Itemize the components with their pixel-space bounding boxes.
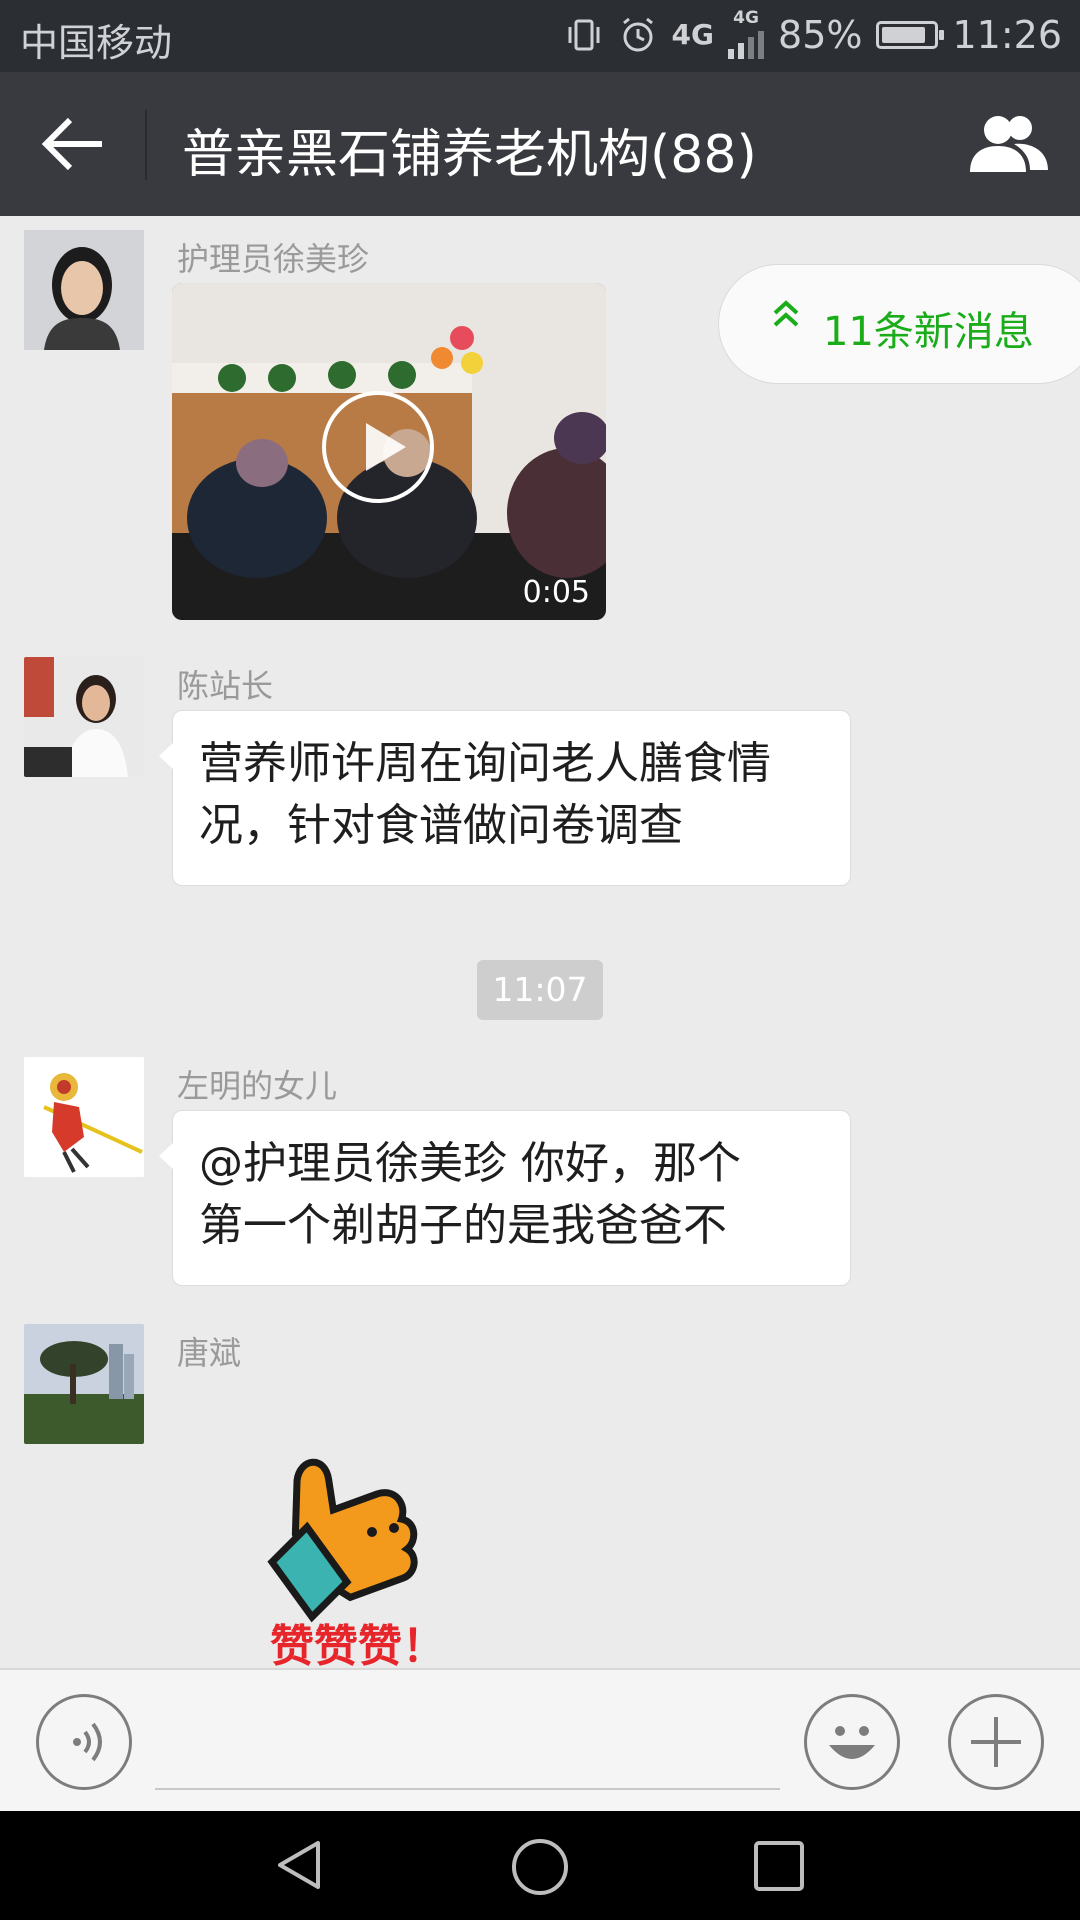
- chat-input-bar: [0, 1668, 1080, 1811]
- double-chevron-up-icon: [771, 295, 801, 345]
- new-messages-button[interactable]: 11条新消息: [718, 264, 1080, 384]
- nav-recents-icon[interactable]: [752, 1839, 806, 1893]
- voice-input-icon: [73, 1722, 102, 1762]
- network-label: 4G: [671, 17, 715, 51]
- message-line: 营养师许周在询问老人膳食情: [199, 738, 771, 789]
- plus-icon: [971, 1717, 1021, 1767]
- voice-input-button[interactable]: [36, 1694, 132, 1790]
- sticker-caption: 赞赞赞！: [270, 1621, 446, 1668]
- message-line: 况，针对食谱做问卷调查: [199, 800, 683, 851]
- chat-header: 普亲黑石铺养老机构(88): [0, 72, 1080, 216]
- group-members-icon[interactable]: [966, 112, 1050, 176]
- sticker-message[interactable]: 赞赞赞！: [262, 1442, 482, 1668]
- play-icon[interactable]: [322, 391, 434, 503]
- nav-home-icon[interactable]: [510, 1837, 570, 1897]
- battery-fill: [882, 26, 926, 43]
- status-bar: 中国移动 4G 4G 85% 11:26: [0, 0, 1080, 72]
- status-icons: 4G 4G 85% 11:26: [564, 10, 1062, 59]
- video-message[interactable]: 0:05: [172, 283, 606, 620]
- chat-title: 普亲黑石铺养老机构(88): [182, 125, 757, 185]
- avatar-photo: [24, 1324, 144, 1444]
- message-line: 第一个剃胡子的是我爸爸不: [199, 1200, 727, 1251]
- message-line: @护理员徐美珍 你好，那个: [199, 1138, 741, 1189]
- new-messages-label: 11条新消息: [823, 309, 1034, 355]
- carrier-label: 中国移动: [20, 21, 173, 65]
- avatar-photo: [24, 657, 144, 777]
- clock: 11:26: [952, 12, 1062, 57]
- system-nav-bar: [0, 1811, 1080, 1920]
- chat-messages[interactable]: 护理员徐美珍 0:05 11条新消息 陈站长 营养师许周在询问老人膳食情 况，针…: [0, 216, 1080, 1668]
- network-type-2: 4G: [728, 8, 765, 59]
- avatar[interactable]: [24, 1057, 144, 1177]
- text-message[interactable]: @护理员徐美珍 你好，那个 第一个剃胡子的是我爸爸不: [159, 1110, 851, 1286]
- message-input[interactable]: [155, 1788, 780, 1790]
- signal-icon: [728, 27, 765, 59]
- video-duration: 0:05: [522, 575, 590, 610]
- header-divider: [145, 110, 147, 180]
- sender-name: 左明的女儿: [177, 1067, 338, 1105]
- sender-name: 唐斌: [177, 1334, 242, 1372]
- network-label-2: 4G: [733, 8, 759, 28]
- avatar[interactable]: [24, 230, 144, 350]
- nav-back-icon[interactable]: [272, 1837, 328, 1893]
- sender-name: 陈站长: [177, 667, 274, 705]
- text-message[interactable]: 营养师许周在询问老人膳食情 况，针对食谱做问卷调查: [159, 710, 851, 886]
- battery-icon: [876, 20, 945, 49]
- avatar[interactable]: [24, 1324, 144, 1444]
- network-type-icon: 4G: [671, 17, 715, 51]
- avatar-photo: [24, 1057, 144, 1177]
- timestamp-divider: 11:07: [477, 960, 603, 1020]
- avatar[interactable]: [24, 657, 144, 777]
- battery-percent: 85%: [778, 12, 863, 57]
- emoji-button[interactable]: [804, 1694, 900, 1790]
- avatar-photo: [24, 230, 144, 350]
- more-button[interactable]: [948, 1694, 1044, 1790]
- alarm-icon: [622, 17, 653, 51]
- vibrate-icon: [568, 19, 600, 50]
- back-arrow-icon[interactable]: [40, 114, 110, 174]
- emoji-icon: [829, 1726, 875, 1759]
- sender-name: 护理员徐美珍: [177, 240, 370, 278]
